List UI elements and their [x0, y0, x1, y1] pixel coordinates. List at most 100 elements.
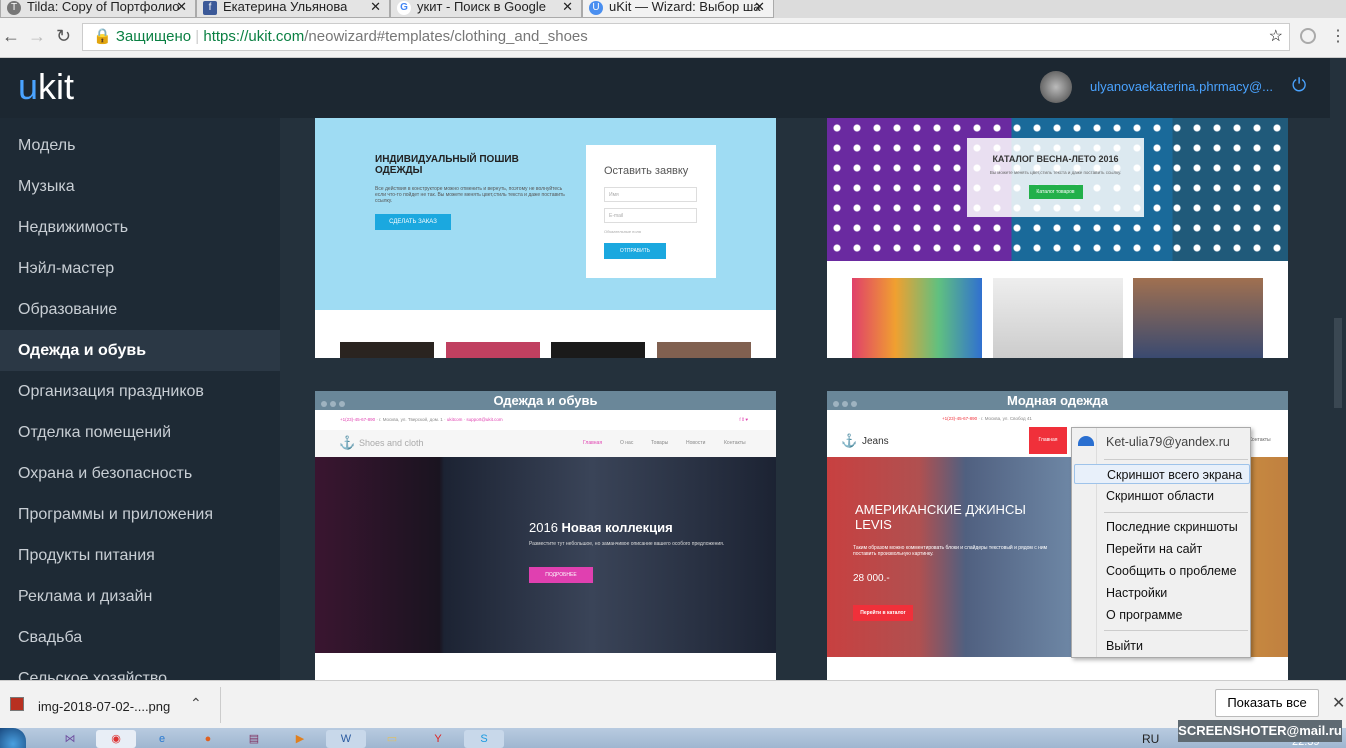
window-dots-icon — [321, 398, 348, 417]
winrar-icon[interactable]: ▤ — [234, 730, 274, 748]
required-note: Обязательные поля — [604, 229, 641, 234]
lock-icon: 🔒 — [93, 28, 112, 45]
catalog-heading: КАТАЛОГ ВЕСНА-ЛЕТО 2016 — [992, 154, 1119, 164]
template-card-shoes[interactable]: Одежда и обувь +1(23)-45-67-890 · г. Мос… — [315, 391, 776, 680]
chrome-icon[interactable]: ◉ — [96, 730, 136, 748]
sidebar-item[interactable]: Продукты питания — [0, 535, 280, 576]
start-button[interactable] — [0, 728, 26, 748]
shoes-brand: Shoes and cloth — [359, 438, 424, 448]
template-card-tailoring[interactable]: ИНДИВИДУАЛЬНЫЙ ПОШИВ ОДЕЖДЫ Все действия… — [315, 118, 776, 358]
extension-icon[interactable] — [1300, 28, 1316, 44]
sidebar-item[interactable]: Модель — [0, 125, 280, 166]
google-icon: G — [397, 1, 411, 15]
skype-icon[interactable]: S — [464, 730, 504, 748]
ukit-logo[interactable]: ukit — [18, 66, 74, 108]
screenshoter-icon — [1078, 436, 1094, 446]
catalog-button: Каталог товаров — [1028, 185, 1083, 199]
card-title: Модная одежда — [1007, 393, 1108, 408]
avatar[interactable] — [1040, 71, 1072, 103]
star-icon[interactable]: ☆ — [1269, 24, 1283, 50]
menu-item-settings[interactable]: Настройки — [1106, 583, 1167, 603]
tailoring-heading: ИНДИВИДУАЛЬНЫЙ ПОШИВ ОДЕЖДЫ — [375, 154, 519, 176]
sidebar-item[interactable]: Отделка помещений — [0, 412, 280, 453]
sidebar-item[interactable]: Организация праздников — [0, 371, 280, 412]
anchor-icon: ⚓ — [339, 435, 356, 450]
sidebar-item[interactable]: Недвижимость — [0, 207, 280, 248]
sidebar-item[interactable]: Охрана и безопасность — [0, 453, 280, 494]
visual-studio-icon[interactable]: ⋈ — [50, 730, 90, 748]
user-email[interactable]: ulyanovaekaterina.phrmacy@... — [1090, 79, 1273, 94]
ukit-header: ukit ulyanovaekaterina.phrmacy@... ⏻ — [0, 58, 1330, 118]
anchor-icon: ⚓ — [841, 433, 858, 448]
tailoring-text: Все действия в конструкторе можно отмени… — [375, 186, 565, 204]
sidebar-item[interactable]: Реклама и дизайн — [0, 576, 280, 617]
menu-item-exit[interactable]: Выйти — [1106, 636, 1143, 656]
category-sidebar: Модель Музыка Недвижимость Нэйл-мастер Образ… — [0, 118, 280, 687]
menu-item-recent[interactable]: Последние скриншоты — [1106, 517, 1238, 537]
download-filename[interactable]: img-2018-07-02-....png — [38, 699, 170, 714]
price: 28 000.- — [853, 573, 890, 584]
close-icon[interactable]: ✕ — [1332, 693, 1345, 713]
template-card-catalog[interactable]: КАТАЛОГ ВЕСНА-ЛЕТО 2016 Вы можете менять… — [827, 118, 1288, 358]
form-title: Оставить заявку — [604, 165, 689, 177]
url-input[interactable]: 🔒 Защищено | https://ukit.com/neowizard#… — [82, 23, 1290, 51]
tab-tilda[interactable]: T Tilda: Copy of Портфолио ✕ — [0, 0, 196, 18]
window-dots-icon — [833, 398, 860, 417]
sidebar-item[interactable]: Музыка — [0, 166, 280, 207]
order-button: СДЕЛАТЬ ЗАКАЗ — [375, 214, 451, 230]
tilda-icon: T — [7, 1, 21, 15]
sidebar-item[interactable]: Свадьба — [0, 617, 280, 658]
close-icon[interactable]: ✕ — [562, 0, 573, 14]
screenshoter-badge: SCREENSHOTER@mail.ru — [1178, 720, 1342, 742]
tab-facebook[interactable]: f Екатерина Ульянова ✕ — [196, 0, 390, 18]
chevron-up-icon[interactable]: ⌃ — [190, 695, 202, 712]
social-icons: f ʬ ♥ — [739, 417, 748, 422]
ukit-icon: U — [589, 1, 603, 15]
close-icon[interactable]: ✕ — [754, 0, 765, 14]
close-icon[interactable]: ✕ — [176, 0, 187, 14]
submit-button: ОТПРАВИТЬ — [604, 243, 666, 259]
close-icon[interactable]: ✕ — [370, 0, 381, 14]
menu-item-about[interactable]: О программе — [1106, 605, 1182, 625]
browser-tabstrip: T Tilda: Copy of Портфолио ✕ f Екатерина Ул… — [0, 0, 1346, 18]
address-bar-area: ← → ↻ 🔒 Защищено | https://ukit.com/neow… — [0, 18, 1346, 58]
forward-icon[interactable]: → — [28, 26, 46, 47]
screenshoter-context-menu: Ket-ulia79@yandex.ru Скриншот всего экра… — [1071, 427, 1251, 658]
yandex-browser-icon[interactable]: Y — [418, 730, 458, 748]
sidebar-item[interactable]: Программы и приложения — [0, 494, 280, 535]
fashion-brand: Jeans — [862, 436, 889, 447]
secure-label: Защищено — [115, 28, 192, 45]
fashion-hero-title: АМЕРИКАНСКИЕ ДЖИНСЫ LEVIS — [855, 502, 1026, 532]
sidebar-item[interactable]: Одежда и обувь — [0, 330, 280, 371]
card-title: Одежда и обувь — [493, 393, 598, 408]
download-bar: img-2018-07-02-....png ⌃ Показать все ✕ — [0, 680, 1346, 728]
back-icon[interactable]: ← — [2, 26, 20, 47]
hero-button: ПОДРОБНЕЕ — [529, 567, 593, 583]
ie-icon[interactable]: e — [142, 730, 182, 748]
name-field: Имя — [604, 187, 697, 202]
media-player-icon[interactable]: ▶ — [280, 730, 320, 748]
image-file-icon — [10, 697, 24, 711]
show-all-button[interactable]: Показать все — [1215, 689, 1319, 717]
firefox-icon[interactable]: ● — [188, 730, 228, 748]
tab-google[interactable]: Gукит - Поиск в Google ✕ — [390, 0, 582, 18]
menu-account[interactable]: Ket-ulia79@yandex.ru — [1106, 432, 1230, 452]
sidebar-item[interactable]: Нэйл-мастер — [0, 248, 280, 289]
facebook-icon: f — [203, 1, 217, 15]
sidebar-item[interactable]: Образование — [0, 289, 280, 330]
explorer-icon[interactable]: ▭ — [372, 730, 412, 748]
reload-icon[interactable]: ↻ — [56, 26, 71, 47]
scrollbar[interactable] — [1330, 58, 1346, 680]
menu-item-website[interactable]: Перейти на сайт — [1106, 539, 1202, 559]
power-icon[interactable]: ⏻ — [1292, 75, 1306, 96]
menu-item-screenshot-full[interactable]: Скриншот всего экрана — [1074, 464, 1250, 484]
menu-icon[interactable]: ⋮ — [1330, 26, 1346, 46]
language-indicator[interactable]: RU — [1142, 732, 1159, 746]
tab-ukit[interactable]: UuKit — Wizard: Выбор ша ✕ — [582, 0, 774, 18]
menu-item-report[interactable]: Сообщить о проблеме — [1106, 561, 1237, 581]
hero-text: Разместите тут небольшое, но заманчивое … — [529, 541, 725, 547]
menu-item-screenshot-area[interactable]: Скриншот области — [1106, 486, 1214, 506]
url-host: https://ukit.com — [203, 28, 305, 45]
catalog-text: Вы можете менять цвет,стиль текста и даж… — [989, 170, 1122, 175]
word-icon[interactable]: W — [326, 730, 366, 748]
